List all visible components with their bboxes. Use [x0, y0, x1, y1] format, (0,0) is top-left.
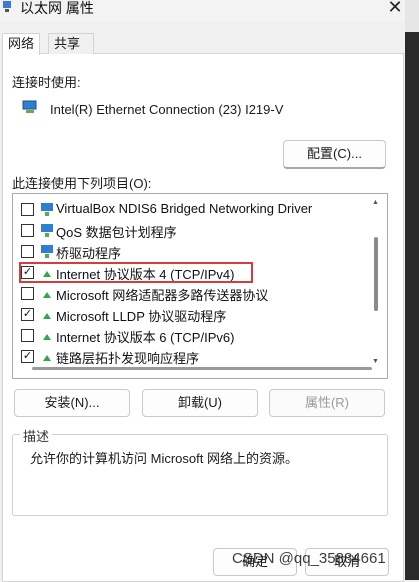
item-label: 链路层拓扑发现响应程序	[56, 351, 200, 366]
item-label: QoS 数据包计划程序	[56, 225, 177, 240]
protocol-icon	[43, 292, 51, 298]
list-item[interactable]: ✓ Microsoft LLDP 协议驱动程序	[13, 304, 365, 325]
scroll-down-icon[interactable]: ▼	[372, 358, 379, 365]
protocol-icon	[43, 355, 51, 361]
horizontal-scrollbar-thumb[interactable]	[32, 367, 372, 370]
install-button[interactable]: 安装(N)...	[14, 389, 130, 417]
connect-using-label: 连接时使用:	[12, 75, 81, 90]
properties-button[interactable]: 属性(R)	[269, 389, 385, 417]
protocol-icon	[43, 313, 51, 319]
scroll-up-icon[interactable]: ▲	[372, 199, 379, 206]
item-label: Microsoft 网络适配器多路传送器协议	[56, 288, 269, 303]
close-button[interactable]: ✕	[384, 0, 406, 18]
uninstall-button[interactable]: 卸载(U)	[142, 389, 258, 417]
item-label: 桥驱动程序	[56, 246, 122, 261]
list-item[interactable]: QoS 数据包计划程序	[13, 220, 365, 241]
background-window-strip-top	[405, 0, 419, 32]
ethernet-adapter-icon	[22, 100, 37, 113]
item-checkbox[interactable]	[21, 203, 34, 216]
protocol-icon	[43, 334, 51, 340]
list-item[interactable]: VirtualBox NDIS6 Bridged Networking Driv…	[13, 199, 365, 220]
watermark: CSDN @qq_35884661	[232, 550, 386, 567]
description-groupbox	[12, 434, 388, 516]
items-label: 此连接使用下列项目(O):	[12, 176, 152, 191]
item-label: Microsoft LLDP 协议驱动程序	[56, 309, 227, 324]
item-checkbox[interactable]	[21, 224, 34, 237]
background-window-strip	[405, 0, 419, 580]
item-checkbox[interactable]: ✓	[21, 350, 34, 363]
item-checkbox[interactable]: ✓	[21, 308, 34, 321]
network-client-icon	[41, 245, 53, 258]
configure-button[interactable]: 配置(C)...	[283, 140, 386, 169]
window-title: 以太网 属性	[20, 0, 94, 16]
vertical-scrollbar-thumb[interactable]	[374, 237, 378, 311]
list-item[interactable]: Microsoft 网络适配器多路传送器协议	[13, 283, 365, 304]
adapter-name: Intel(R) Ethernet Connection (23) I219-V	[50, 102, 284, 117]
item-checkbox[interactable]	[21, 287, 34, 300]
tab-sharing[interactable]: 共享	[48, 33, 94, 54]
list-item[interactable]: 桥驱动程序	[13, 241, 365, 262]
item-checkbox[interactable]	[21, 329, 34, 342]
network-client-icon	[41, 224, 53, 237]
item-label: Internet 协议版本 6 (TCP/IPv6)	[56, 330, 235, 345]
selected-item-highlight	[19, 262, 253, 283]
tab-network[interactable]: 网络	[2, 33, 41, 55]
items-list[interactable]: VirtualBox NDIS6 Bridged Networking Driv…	[12, 193, 388, 379]
description-title: 描述	[20, 426, 53, 445]
item-label: VirtualBox NDIS6 Bridged Networking Driv…	[56, 201, 313, 216]
network-client-icon	[41, 203, 53, 216]
list-item[interactable]: Internet 协议版本 6 (TCP/IPv6)	[13, 325, 365, 346]
network-adapter-icon	[3, 1, 11, 12]
list-item[interactable]: ✓ 链路层拓扑发现响应程序	[13, 346, 365, 367]
item-checkbox[interactable]	[21, 245, 34, 258]
description-text: 允许你的计算机访问 Microsoft 网络上的资源。	[30, 451, 298, 466]
